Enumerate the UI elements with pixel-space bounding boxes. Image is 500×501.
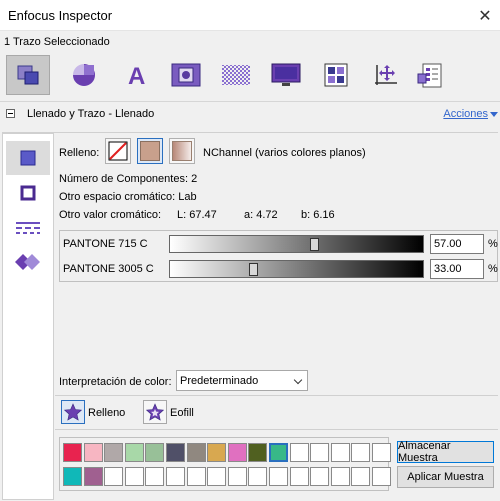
dashes-icon[interactable] bbox=[6, 211, 50, 245]
store-swatch-button[interactable]: Almacenar Muestra bbox=[397, 440, 494, 464]
swatch[interactable] bbox=[372, 443, 391, 462]
swatch[interactable] bbox=[207, 467, 227, 486]
inspector-toolbar: A bbox=[4, 53, 496, 97]
interpretation-value: Predeterminado bbox=[180, 375, 259, 387]
ink-slider[interactable] bbox=[169, 260, 424, 278]
divider bbox=[55, 395, 498, 396]
chevron-down-icon bbox=[293, 375, 303, 385]
text-icon[interactable]: A bbox=[114, 55, 158, 95]
swatch[interactable] bbox=[104, 467, 124, 486]
solid-color-button[interactable] bbox=[137, 138, 163, 164]
ink-slider[interactable] bbox=[169, 235, 424, 253]
svg-text:A: A bbox=[128, 63, 145, 88]
gradient-color-button[interactable] bbox=[169, 138, 195, 164]
fill-square-icon[interactable] bbox=[6, 141, 50, 175]
interpretation-label: Interpretación de color: bbox=[59, 376, 172, 388]
swatch[interactable] bbox=[227, 467, 247, 486]
swatch[interactable] bbox=[63, 443, 82, 462]
ink-list: PANTONE 715 C 57.00 % PANTONE 3005 C 33.… bbox=[59, 230, 498, 282]
swatch[interactable] bbox=[248, 467, 268, 486]
overprint-icon[interactable] bbox=[6, 246, 50, 280]
document-icon[interactable] bbox=[408, 55, 452, 95]
none-color-button[interactable] bbox=[105, 138, 131, 164]
fill-rule-button[interactable] bbox=[61, 400, 85, 424]
swatch-grid bbox=[59, 437, 391, 491]
slider-thumb[interactable] bbox=[310, 238, 319, 251]
percent-label: % bbox=[488, 238, 498, 250]
fill-stroke-tabs bbox=[2, 133, 54, 500]
swatch[interactable] bbox=[351, 443, 371, 462]
section-title: Llenado y Trazo - Llenado bbox=[27, 108, 155, 120]
ink-row: PANTONE 715 C 57.00 % bbox=[60, 234, 499, 254]
image-icon[interactable] bbox=[164, 55, 208, 95]
swatch[interactable] bbox=[145, 443, 165, 462]
fill-stroke-icon[interactable] bbox=[6, 55, 50, 95]
swatch[interactable] bbox=[372, 467, 391, 486]
slider-thumb[interactable] bbox=[249, 263, 258, 276]
fill-label: Relleno: bbox=[59, 147, 100, 159]
color-space-label: NChannel (varios colores planos) bbox=[203, 147, 366, 159]
chevron-down-icon[interactable] bbox=[490, 112, 498, 117]
stroke-square-icon[interactable] bbox=[6, 176, 50, 210]
divider bbox=[55, 429, 498, 430]
ink-value-field[interactable]: 33.00 bbox=[430, 259, 484, 279]
shape-icon[interactable] bbox=[62, 55, 106, 95]
coordinates-icon[interactable] bbox=[364, 55, 408, 95]
alt-color-value-label: Otro valor cromático: bbox=[59, 209, 162, 221]
swatch[interactable] bbox=[166, 443, 185, 462]
swatch[interactable] bbox=[207, 443, 227, 462]
apply-swatch-button[interactable]: Aplicar Muestra bbox=[397, 466, 494, 488]
layout-grid-icon[interactable] bbox=[314, 55, 358, 95]
window-title: Enfocus Inspector bbox=[8, 8, 113, 23]
swatch[interactable] bbox=[269, 467, 288, 486]
display-icon[interactable] bbox=[264, 55, 308, 95]
swatch[interactable] bbox=[310, 467, 330, 486]
swatch[interactable] bbox=[124, 443, 144, 462]
transparency-icon[interactable] bbox=[214, 55, 258, 95]
swatch[interactable] bbox=[124, 467, 144, 486]
eofill-rule-button[interactable] bbox=[143, 400, 167, 424]
collapse-icon[interactable] bbox=[6, 109, 15, 118]
fill-rule-label: Relleno bbox=[88, 407, 126, 419]
lab-b-value: b: 6.16 bbox=[301, 209, 335, 221]
swatch[interactable] bbox=[145, 467, 165, 486]
interpretation-select[interactable]: Predeterminado bbox=[176, 370, 308, 391]
ink-name: PANTONE 715 C bbox=[63, 238, 148, 250]
swatch[interactable] bbox=[186, 467, 206, 486]
swatch[interactable] bbox=[63, 467, 82, 486]
selection-status: 1 Trazo Seleccionado bbox=[4, 36, 110, 48]
section-header: Llenado y Trazo - Llenado Acciones bbox=[0, 104, 500, 126]
swatch[interactable] bbox=[351, 467, 371, 486]
actions-menu[interactable]: Acciones bbox=[443, 108, 488, 120]
divider bbox=[0, 101, 500, 102]
swatch[interactable] bbox=[227, 443, 247, 462]
ink-name: PANTONE 3005 C bbox=[63, 263, 154, 275]
ink-row: PANTONE 3005 C 33.00 % bbox=[60, 259, 499, 279]
lab-a-value: a: 4.72 bbox=[244, 209, 278, 221]
swatch[interactable] bbox=[289, 443, 309, 462]
lab-l-value: L: 67.47 bbox=[177, 209, 217, 221]
swatch[interactable] bbox=[289, 467, 309, 486]
swatch[interactable] bbox=[83, 443, 103, 462]
swatch[interactable] bbox=[166, 467, 185, 486]
swatch[interactable] bbox=[248, 443, 268, 462]
title-bar: Enfocus Inspector ✕ bbox=[0, 0, 500, 31]
swatch[interactable] bbox=[186, 443, 206, 462]
swatch[interactable] bbox=[269, 443, 288, 462]
alt-color-space: Otro espacio cromático: Lab bbox=[59, 191, 197, 203]
ink-value-field[interactable]: 57.00 bbox=[430, 234, 484, 254]
fill-content: Relleno: NChannel (varios colores planos… bbox=[55, 133, 498, 500]
component-count: Número de Componentes: 2 bbox=[59, 173, 198, 185]
swatch[interactable] bbox=[310, 443, 330, 462]
close-icon[interactable]: ✕ bbox=[470, 0, 500, 31]
swatch[interactable] bbox=[330, 467, 350, 486]
percent-label: % bbox=[488, 263, 498, 275]
swatch[interactable] bbox=[83, 467, 103, 486]
eofill-rule-label: Eofill bbox=[170, 407, 194, 419]
swatch[interactable] bbox=[330, 443, 350, 462]
swatch[interactable] bbox=[104, 443, 124, 462]
